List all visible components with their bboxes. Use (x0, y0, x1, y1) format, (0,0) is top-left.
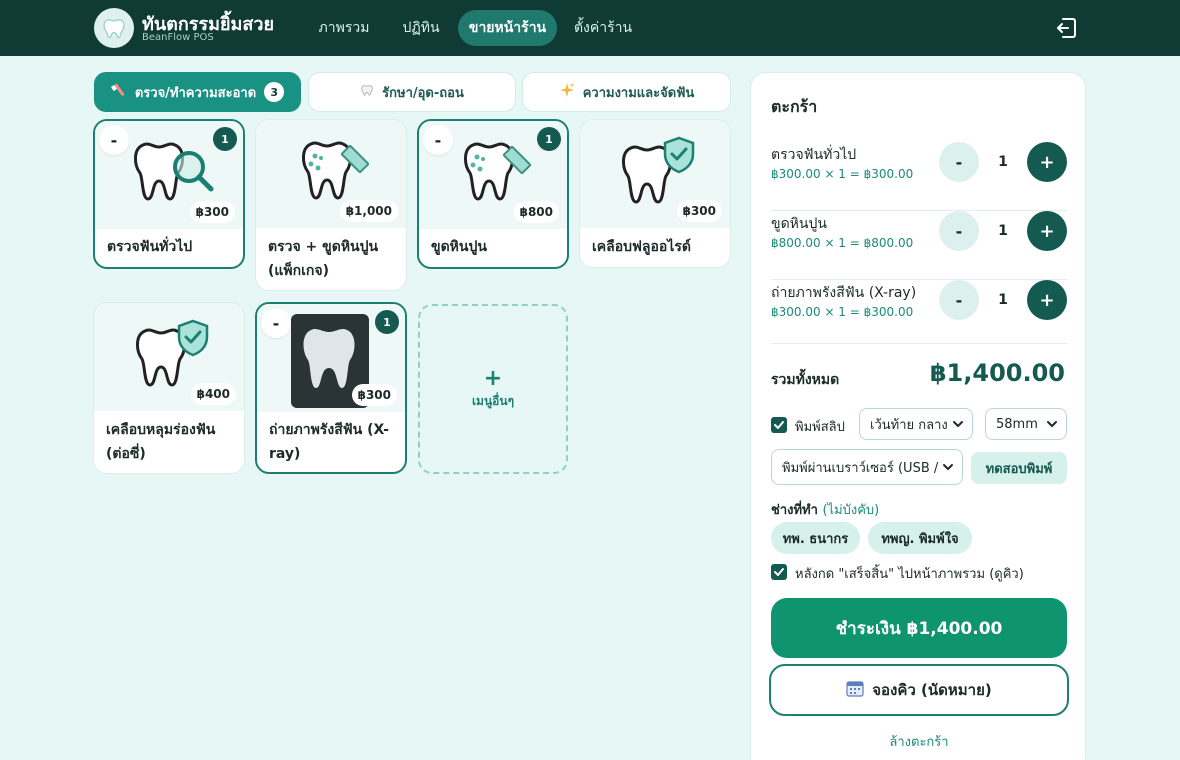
total-label: รวมทั้งหมด (771, 372, 840, 388)
cart-item-subtotal: ฿800.00 × 1 = ฿800.00 (771, 236, 914, 250)
price-badge: ฿300 (351, 384, 397, 406)
toothbrush-icon (111, 82, 127, 102)
increase-qty-button[interactable]: + (1027, 142, 1067, 182)
tab-checkup-cleaning[interactable]: ตรวจ/ทำความสะอาด 3 (94, 72, 301, 112)
price-badge: ฿1,000 (339, 200, 398, 222)
tab-cosmetic[interactable]: ความงามและจัดฟัน (522, 72, 731, 112)
print-slip-checkbox[interactable] (771, 417, 787, 433)
qty-badge: 1 (537, 127, 561, 151)
pay-button[interactable]: ชำระเงิน ฿1,400.00 (771, 598, 1067, 658)
book-appointment-button[interactable]: จองคิว (นัดหมาย) (769, 664, 1069, 716)
clear-cart-link[interactable]: ล้างตะกร้า (751, 731, 1087, 752)
staff-chip[interactable]: ทพ. ธนากร (771, 522, 860, 554)
cart-item-name: ถ่ายภาพรังสีฟัน (X-ray) (771, 285, 917, 301)
product-card-fluoride[interactable]: ฿300 เคลือบฟลูออไรด์ (579, 119, 731, 268)
decrease-qty-button[interactable]: - (423, 125, 453, 155)
tooth-icon (94, 8, 134, 48)
product-card-checkup-scaling-package[interactable]: ฿1,000 ตรวจ + ขูดหินปูน (แพ็กเกจ) (255, 119, 407, 291)
cart-item: ตรวจฟันทั่วไป ฿300.00 × 1 = ฿300.00 - 1 … (771, 142, 1067, 211)
cart-panel: ตะกร้า ตรวจฟันทั่วไป ฿300.00 × 1 = ฿300.… (750, 72, 1086, 760)
divider (771, 343, 1067, 344)
nav-item-pos[interactable]: ขายหน้าร้าน (458, 10, 557, 46)
logout-icon[interactable] (1054, 16, 1078, 40)
staff-label: ช่างที่ทำ (ไม่บังคับ) (771, 503, 880, 518)
chevron-down-icon (943, 464, 953, 470)
printer-select[interactable]: พิมพ์ผ่านเบราว์เซอร์ (USB / (771, 449, 963, 485)
cart-item-qty: 1 (998, 154, 1008, 170)
decrease-qty-button[interactable]: - (939, 142, 979, 182)
tooth-icon (360, 83, 374, 101)
product-card-general-checkup[interactable]: - 1 ฿300 ตรวจฟันทั่วไป (93, 119, 245, 269)
select-value: พิมพ์ผ่านเบราว์เซอร์ (USB / (782, 460, 939, 476)
cart-item-qty: 1 (998, 223, 1008, 239)
qty-badge: 1 (213, 127, 237, 151)
tab-label: รักษา/อุด-ถอน (382, 85, 464, 101)
redirect-overview-checkbox[interactable] (771, 564, 787, 580)
redirect-overview-label: หลังกด "เสร็จสิ้น" ไปหน้าภาพรวม (ดูคิว) (795, 567, 1024, 582)
product-card-xray[interactable]: - 1 ฿300 ถ่ายภาพรังสีฟัน (X-ray) (255, 302, 407, 474)
tab-treatment[interactable]: รักษา/อุด-ถอน (308, 72, 516, 112)
cart-item-name: ขูดหินปูน (771, 216, 827, 232)
decrease-qty-button[interactable]: - (99, 125, 129, 155)
cart-item: ขูดหินปูน ฿800.00 × 1 = ฿800.00 - 1 + (771, 211, 1067, 280)
tab-label: ความงามและจัดฟัน (582, 85, 695, 101)
nav-item-overview[interactable]: ภาพรวม (308, 10, 380, 46)
chevron-down-icon (1047, 421, 1057, 427)
slip-margin-select[interactable]: เว้นท้าย กลาง (859, 408, 973, 440)
price-badge: ฿300 (676, 200, 722, 222)
product-name: ขูดหินปูน (431, 239, 487, 255)
chevron-down-icon (953, 421, 963, 427)
product-name: เคลือบหลุมร่องฟัน (ต่อซี่) (106, 422, 216, 462)
product-card-scaling[interactable]: - 1 ฿800 ขูดหินปูน (417, 119, 569, 269)
price-badge: ฿400 (190, 383, 236, 405)
tab-label: ตรวจ/ทำความสะอาด (134, 85, 257, 101)
cart-item-subtotal: ฿300.00 × 1 = ฿300.00 (771, 167, 914, 181)
check-icon (774, 421, 784, 429)
decrease-qty-button[interactable]: - (261, 308, 291, 338)
calendar-icon (846, 679, 864, 701)
paper-size-select[interactable]: 58mm (985, 408, 1067, 440)
print-slip-label: พิมพ์สลิป (795, 420, 845, 435)
optional-hint: (ไม่บังคับ) (822, 503, 880, 518)
decrease-qty-button[interactable]: - (939, 280, 979, 320)
price-badge: ฿800 (513, 201, 559, 223)
check-icon (774, 568, 784, 576)
more-menu-button[interactable]: + เมนูอื่นๆ (418, 304, 568, 474)
cart-item-name: ตรวจฟันทั่วไป (771, 147, 857, 163)
cart-item-subtotal: ฿300.00 × 1 = ฿300.00 (771, 305, 914, 319)
brand-subtitle: BeanFlow POS (142, 32, 214, 43)
tab-count-badge: 3 (264, 82, 285, 102)
book-appointment-label: จองคิว (นัดหมาย) (872, 681, 992, 699)
product-name: ตรวจฟันทั่วไป (107, 239, 193, 255)
top-bar: ทันตกรรมยิ้มสวย BeanFlow POS ภาพรวม ปฏิท… (0, 0, 1180, 56)
cart-title: ตะกร้า (771, 97, 818, 116)
product-name: ถ่ายภาพรังสีฟัน (X-ray) (269, 422, 389, 462)
nav-item-settings[interactable]: ตั้งค่าร้าน (566, 10, 640, 46)
product-name: เคลือบฟลูออไรด์ (592, 239, 691, 255)
select-value: 58mm (996, 416, 1038, 432)
qty-badge: 1 (375, 310, 399, 334)
total-amount: ฿1,400.00 (929, 359, 1065, 387)
increase-qty-button[interactable]: + (1027, 211, 1067, 251)
more-menu-label: เมนูอื่นๆ (471, 393, 515, 408)
plus-icon: + (483, 365, 503, 391)
test-print-button[interactable]: ทดสอบพิมพ์ (971, 452, 1067, 484)
select-value: เว้นท้าย กลาง (870, 417, 948, 433)
decrease-qty-button[interactable]: - (939, 211, 979, 251)
price-badge: ฿300 (189, 201, 235, 223)
increase-qty-button[interactable]: + (1027, 280, 1067, 320)
nav-item-calendar[interactable]: ปฏิทิน (390, 10, 452, 46)
product-card-sealant[interactable]: ฿400 เคลือบหลุมร่องฟัน (ต่อซี่) (93, 302, 245, 474)
cart-item-qty: 1 (998, 292, 1008, 308)
sparkles-icon (559, 82, 575, 102)
cart-item: ถ่ายภาพรังสีฟัน (X-ray) ฿300.00 × 1 = ฿3… (771, 280, 1067, 349)
staff-chip[interactable]: ทพญ. พิมพ์ใจ (868, 522, 972, 554)
product-name: ตรวจ + ขูดหินปูน (แพ็กเกจ) (268, 239, 379, 279)
